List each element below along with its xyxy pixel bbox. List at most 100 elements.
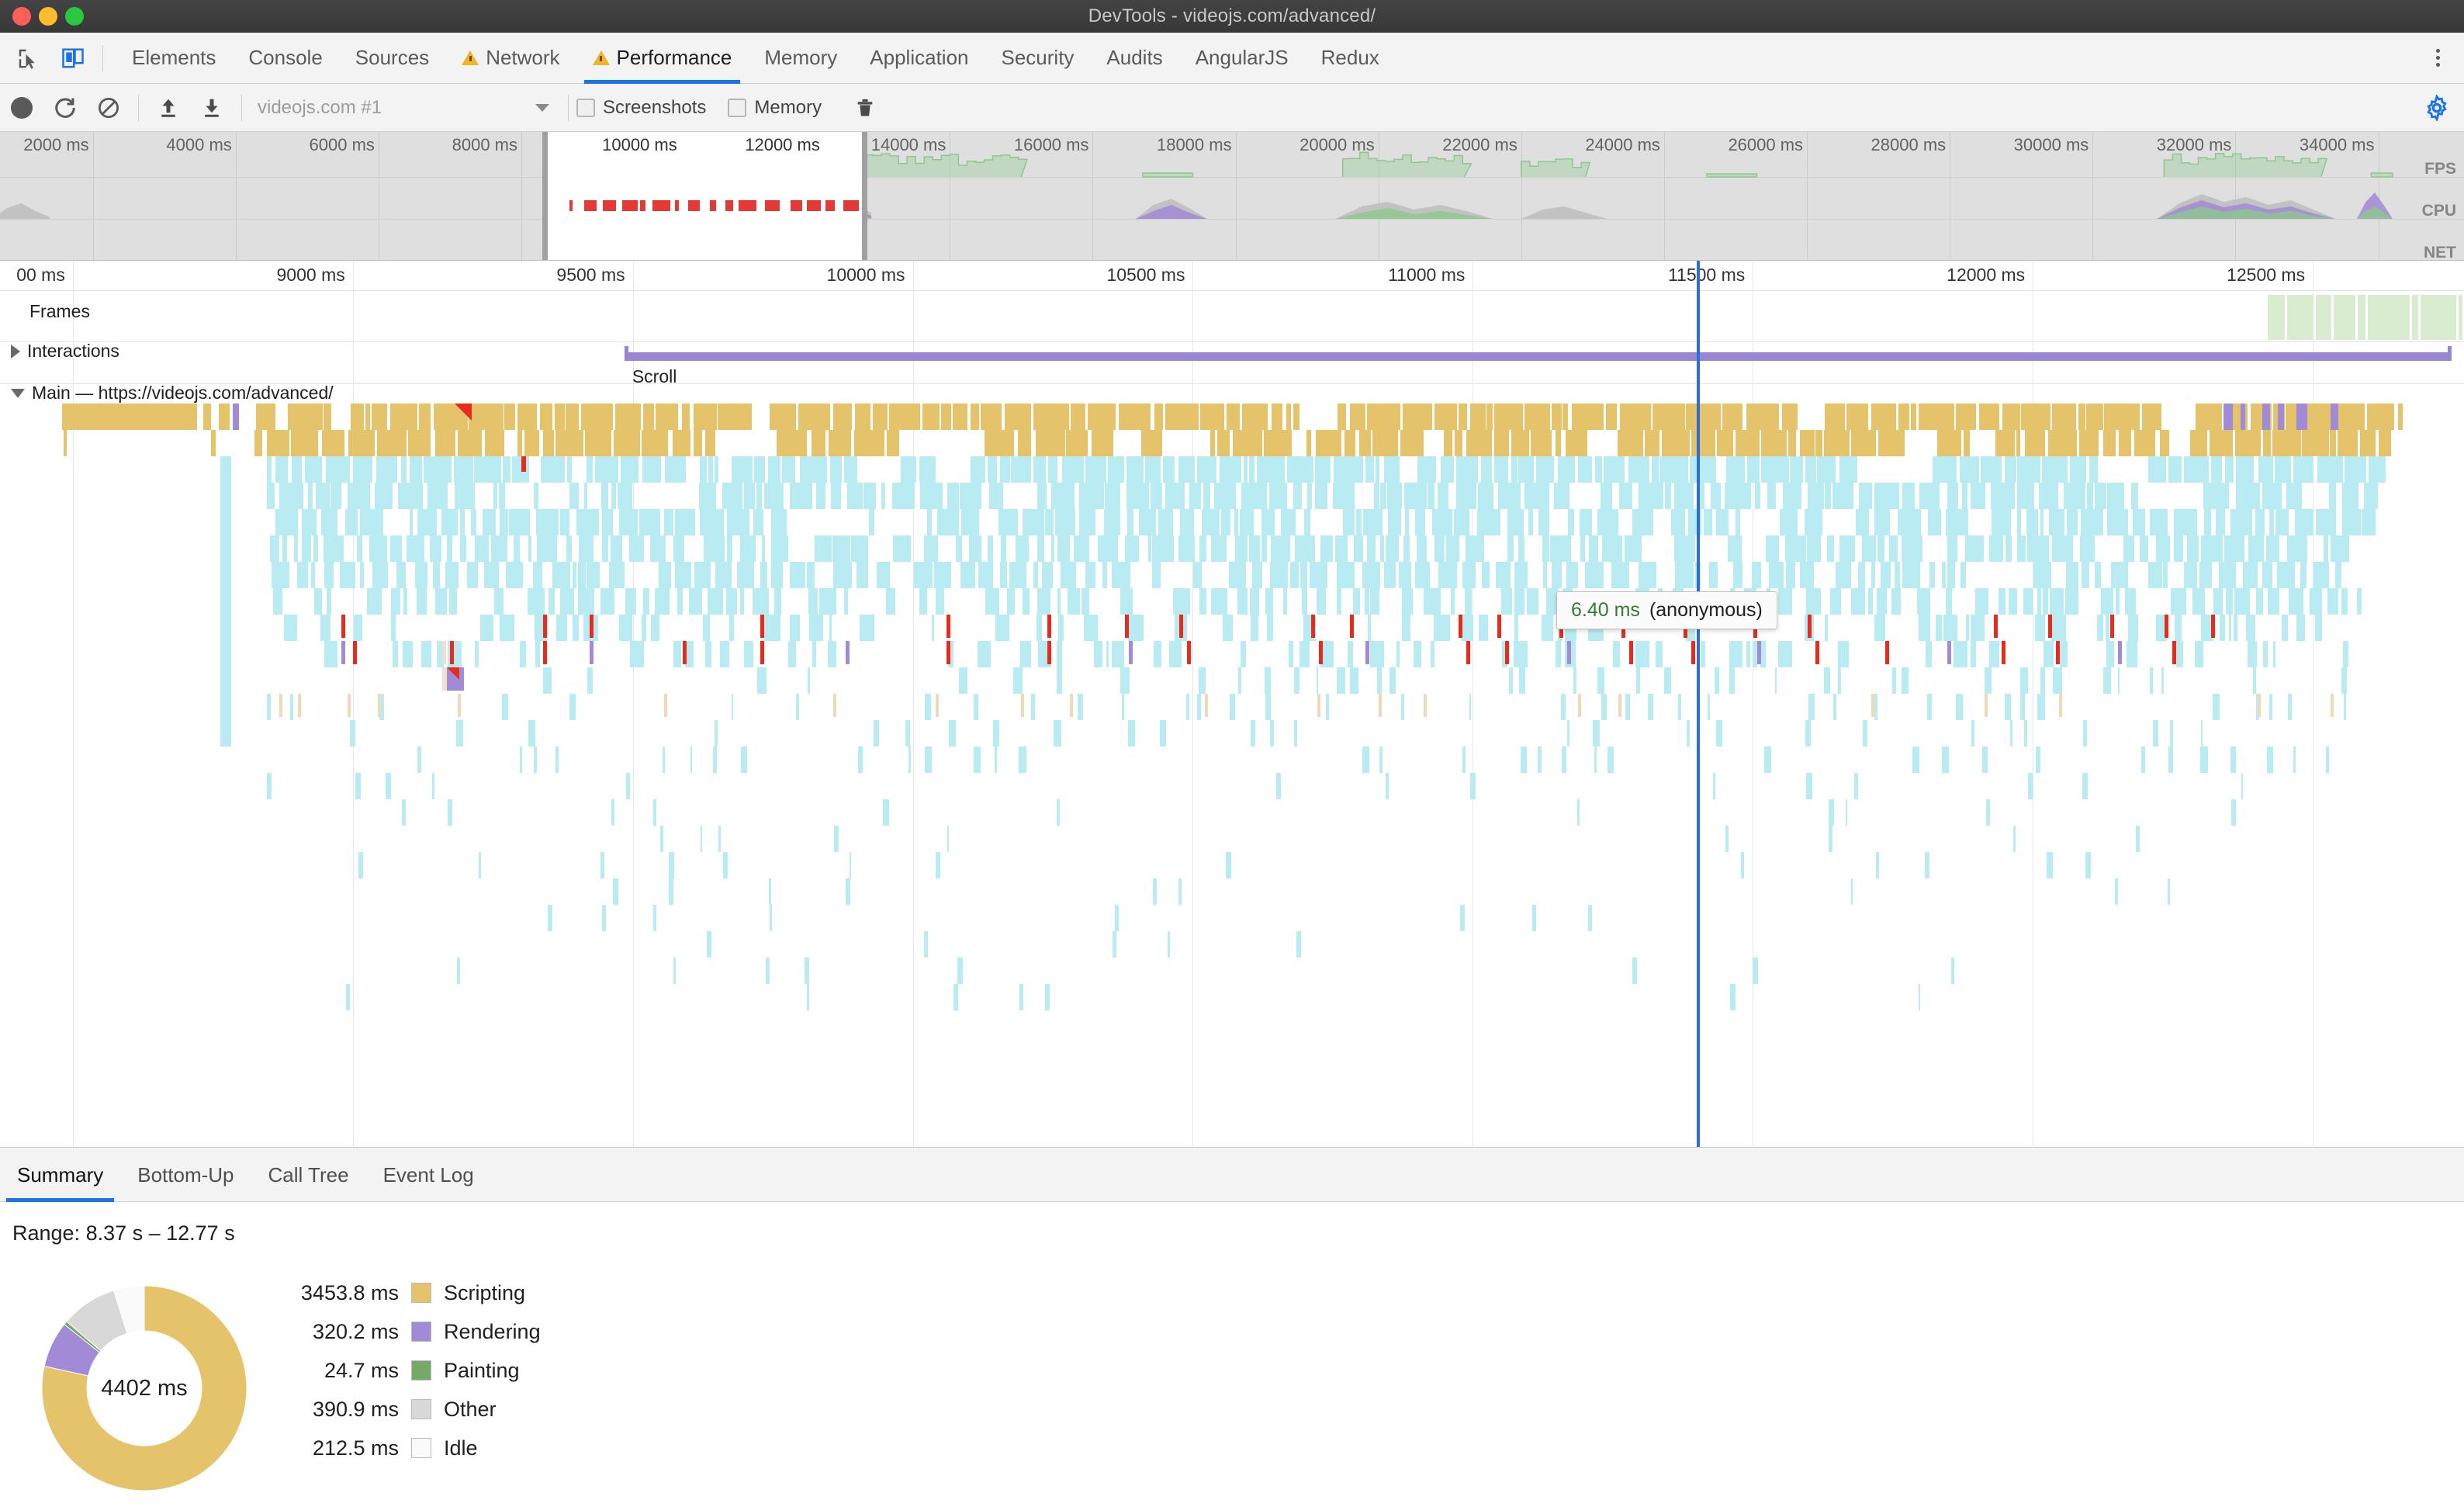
flamechart-event[interactable] — [1417, 456, 1436, 483]
flamechart-event[interactable] — [844, 456, 858, 483]
flamechart-event[interactable] — [2223, 404, 2233, 430]
flamechart-event[interactable] — [699, 509, 724, 535]
flamechart-event[interactable] — [576, 509, 600, 535]
flamechart-event[interactable] — [690, 747, 693, 773]
flamechart-event[interactable] — [1358, 430, 1372, 456]
flamechart-event[interactable] — [851, 535, 869, 562]
flamechart-event[interactable] — [1300, 562, 1308, 588]
flamechart-event[interactable] — [1145, 456, 1161, 483]
flamechart-event[interactable] — [1661, 430, 1690, 456]
flamechart-event[interactable] — [2064, 588, 2079, 615]
flamechart-event[interactable] — [683, 641, 687, 664]
flamechart-event[interactable] — [1919, 615, 1930, 641]
flamechart-event[interactable] — [1943, 615, 1957, 641]
flamechart-event[interactable] — [1659, 456, 1689, 483]
flamechart-event[interactable] — [771, 535, 788, 562]
flamechart-event[interactable] — [1122, 694, 1124, 720]
flamechart-event[interactable] — [849, 852, 851, 878]
flamechart-event[interactable] — [573, 615, 579, 641]
flamechart-event[interactable] — [1424, 694, 1428, 717]
flamechart-event[interactable] — [925, 747, 932, 773]
flamechart-event[interactable] — [1612, 641, 1621, 667]
flamechart-event[interactable] — [1434, 535, 1445, 562]
flamechart-event[interactable] — [2016, 509, 2022, 535]
flamechart-event[interactable] — [957, 958, 964, 984]
flamechart-event[interactable] — [1826, 535, 1834, 562]
flamechart-event[interactable] — [1580, 535, 1585, 562]
details-tabs[interactable]: Summary Bottom-Up Call Tree Event Log — [0, 1148, 2464, 1202]
flamechart-event[interactable] — [1078, 483, 1104, 509]
flamechart-event[interactable] — [577, 562, 586, 588]
flamechart-event[interactable] — [1670, 509, 1685, 535]
flamechart-event[interactable] — [1965, 535, 1984, 562]
flamechart-event[interactable] — [1434, 615, 1451, 641]
flamechart-event[interactable] — [1198, 667, 1206, 694]
flamechart-event[interactable] — [64, 404, 197, 430]
flamechart-event[interactable] — [1493, 404, 1524, 430]
flamechart-event[interactable] — [2293, 747, 2296, 773]
flamechart-event[interactable] — [2086, 483, 2094, 509]
flamechart-event[interactable] — [2201, 535, 2223, 562]
flamechart-event[interactable] — [2095, 483, 2106, 509]
flamechart-event[interactable] — [2170, 720, 2173, 747]
flamechart-event[interactable] — [770, 509, 787, 535]
flamechart-event[interactable] — [302, 535, 312, 562]
flamechart-event[interactable] — [614, 430, 640, 456]
flamechart-event[interactable] — [555, 404, 565, 430]
flamechart-event[interactable] — [1476, 509, 1501, 535]
flamechart-event[interactable] — [1799, 430, 1815, 456]
flamechart-event[interactable] — [1455, 483, 1476, 509]
flamechart-event[interactable] — [1383, 562, 1396, 588]
flamechart-event[interactable] — [376, 430, 407, 456]
flamechart-event[interactable] — [1971, 615, 1985, 641]
flamechart-event[interactable] — [1894, 562, 1900, 588]
flamechart-event[interactable] — [1526, 588, 1538, 615]
flamechart-event[interactable] — [808, 588, 818, 615]
flamechart-event[interactable] — [1617, 430, 1644, 456]
flamechart-event[interactable] — [2216, 509, 2226, 535]
flamechart-event[interactable] — [569, 483, 580, 509]
flamechart-event[interactable] — [2024, 430, 2045, 456]
flamechart-event[interactable] — [1251, 562, 1263, 588]
tab-network[interactable]: Network — [445, 33, 576, 84]
flamechart-event[interactable] — [290, 694, 294, 720]
flamechart-event[interactable] — [1846, 404, 1868, 430]
flamechart-event[interactable] — [828, 430, 851, 456]
flamechart-event[interactable] — [1299, 641, 1310, 667]
flamechart-event[interactable] — [389, 535, 402, 562]
flamechart-event[interactable] — [1984, 694, 1988, 717]
flamechart-event[interactable] — [1315, 456, 1331, 483]
flamechart-event[interactable] — [602, 535, 608, 562]
flamechart-event[interactable] — [1851, 588, 1866, 615]
flamechart-event[interactable] — [1202, 509, 1220, 535]
flamechart-event[interactable] — [1283, 588, 1287, 615]
flamechart-event[interactable] — [220, 483, 231, 509]
flamechart-event[interactable] — [642, 615, 646, 641]
flamechart-event[interactable] — [1511, 430, 1530, 456]
memory-checkbox[interactable]: Memory — [728, 97, 822, 119]
flamechart-event[interactable] — [1588, 535, 1599, 562]
flamechart-event[interactable] — [1478, 615, 1488, 641]
flamechart-event[interactable] — [601, 483, 609, 509]
flamechart-event[interactable] — [1805, 588, 1822, 615]
flamechart-event[interactable] — [2275, 509, 2289, 535]
flamechart-event[interactable] — [1438, 483, 1449, 509]
flamechart-event[interactable] — [1481, 562, 1490, 588]
flamechart-event[interactable] — [1825, 483, 1831, 509]
flamechart-event[interactable] — [2140, 535, 2149, 562]
flamechart-event[interactable] — [1022, 509, 1044, 535]
flamechart-event[interactable] — [2200, 720, 2203, 747]
flamechart-event[interactable] — [1752, 641, 1757, 667]
flamechart-event[interactable] — [1445, 535, 1459, 562]
flamechart-event[interactable] — [1415, 509, 1426, 535]
overview-selection-window[interactable]: 10000 ms 12000 ms — [542, 132, 868, 260]
flamechart-event[interactable] — [441, 509, 458, 535]
flamechart-event[interactable] — [600, 852, 605, 878]
flamechart-event[interactable] — [1092, 430, 1113, 456]
flamechart-event[interactable] — [2194, 641, 2204, 667]
flamechart-event[interactable] — [1083, 615, 1099, 641]
flamechart-event[interactable] — [324, 641, 337, 667]
flamechart-event[interactable] — [499, 483, 506, 509]
legend-row[interactable]: 3453.8 ms Scripting — [264, 1273, 541, 1312]
flamechart-event[interactable] — [2190, 430, 2207, 456]
